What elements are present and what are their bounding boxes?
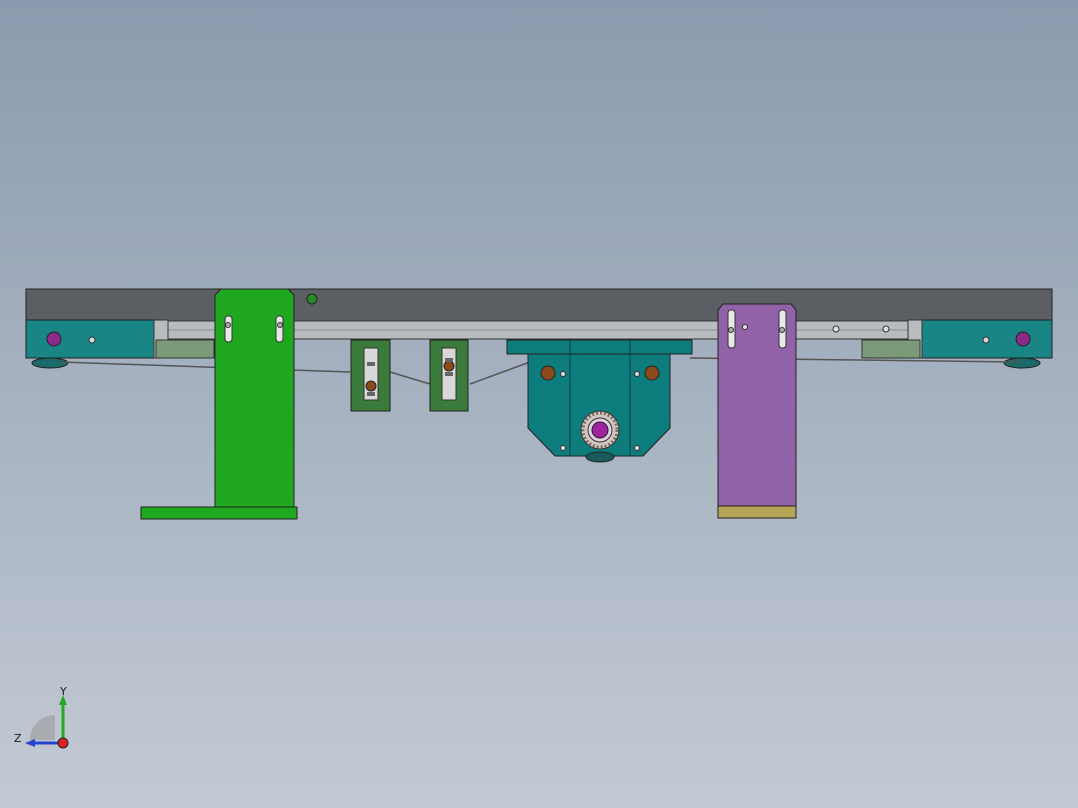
right-end-purple-pin (1015, 331, 1031, 347)
cad-viewport[interactable] (0, 0, 1078, 808)
tensioner-bracket-left[interactable] (350, 339, 391, 412)
drive-pulley[interactable] (580, 410, 620, 450)
purple-bracket[interactable] (717, 303, 797, 519)
coordinate-triad: Y Z (14, 685, 69, 749)
tensioner-bracket-right[interactable] (429, 339, 469, 412)
triad-x-axis (57, 737, 69, 749)
teal-drive-housing[interactable] (506, 339, 693, 463)
left-end-purple-pin (46, 331, 62, 347)
green-bracket-base (140, 506, 298, 520)
purple-bracket-pad (717, 505, 797, 519)
rail-top-beam[interactable] (25, 288, 1053, 322)
housing-bolt-right (644, 365, 660, 381)
triad-arc (30, 715, 55, 740)
triad-y-label: Y (59, 685, 67, 698)
housing-bolt-left (540, 365, 556, 381)
triad-z-label: Z (14, 732, 22, 745)
rail-green-marker[interactable] (306, 293, 318, 305)
